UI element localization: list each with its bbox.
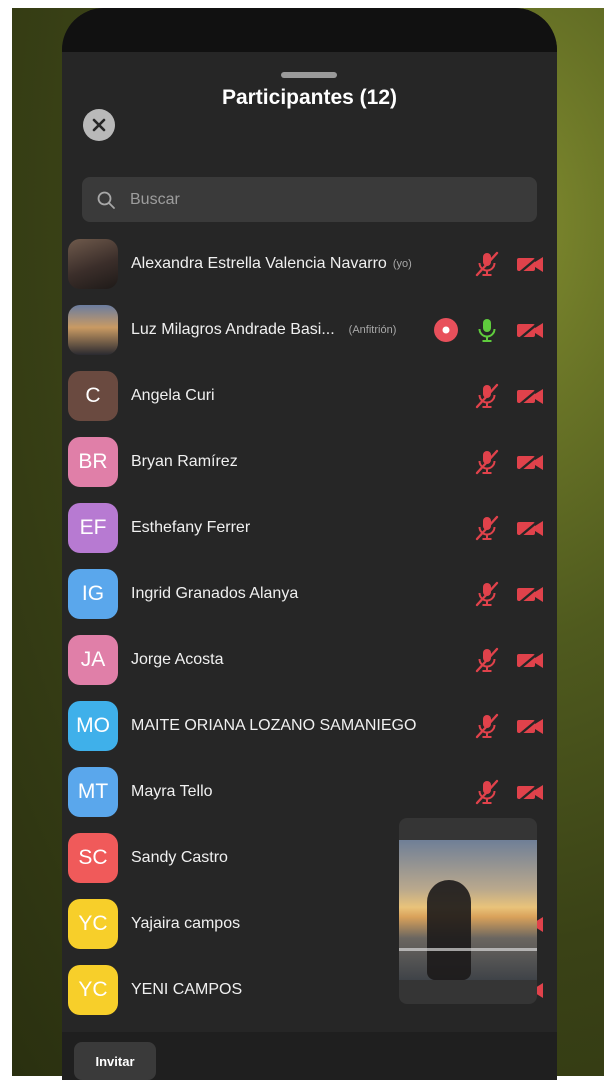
participant-name: YENI CAMPOS	[131, 981, 243, 998]
microphone-muted-icon[interactable]	[472, 513, 502, 543]
search-input[interactable]	[130, 190, 510, 209]
participant-name-wrap: Esthefany Ferrer	[131, 495, 250, 561]
avatar: JA	[68, 635, 118, 685]
camera-off-icon[interactable]	[515, 381, 545, 411]
search-icon	[97, 191, 115, 209]
avatar: BR	[68, 437, 118, 487]
participant-status-icons	[427, 231, 557, 297]
panel-title: Participantes (12)	[221, 86, 398, 109]
participant-row[interactable]: Luz Milagros Andrade Basi... (Anfitrión)	[62, 297, 557, 363]
participant-tag: (Anfitrión)	[348, 324, 397, 336]
video-railing	[399, 948, 537, 951]
bottom-bar: Invitar	[62, 1032, 557, 1080]
participant-name: MAITE ORIANA LOZANO SAMANIEGO	[131, 717, 417, 734]
participant-name: Ingrid Granados Alanya	[131, 585, 299, 602]
avatar	[68, 305, 118, 355]
participants-panel: Participantes (12) Alexandra Estrella Va…	[62, 8, 557, 1080]
avatar: IG	[68, 569, 118, 619]
avatar	[68, 239, 118, 289]
avatar: YC	[68, 965, 118, 1015]
participant-name: Luz Milagros Andrade Basi...	[131, 321, 335, 338]
participant-name-wrap: Yajaira campos	[131, 891, 240, 957]
microphone-muted-icon[interactable]	[472, 249, 502, 279]
microphone-muted-icon[interactable]	[472, 777, 502, 807]
participant-name-wrap: Luz Milagros Andrade Basi... (Anfitrión)	[131, 297, 396, 363]
participant-row[interactable]: BR Bryan Ramírez	[62, 429, 557, 495]
participant-name-wrap: Angela Curi	[131, 363, 215, 429]
participant-row[interactable]: MT Mayra Tello	[62, 759, 557, 825]
participant-name-wrap: Sandy Castro	[131, 825, 228, 891]
participant-row[interactable]: EF Esthefany Ferrer	[62, 495, 557, 561]
participant-status-icons	[427, 627, 557, 693]
avatar: MO	[68, 701, 118, 751]
participant-status-icons	[427, 363, 557, 429]
microphone-on-icon[interactable]	[472, 315, 502, 345]
close-button[interactable]	[83, 109, 115, 141]
video-person-silhouette	[427, 880, 471, 980]
participant-row[interactable]: C Angela Curi	[62, 363, 557, 429]
avatar: YC	[68, 899, 118, 949]
participant-status-icons	[427, 561, 557, 627]
status-bar	[62, 8, 557, 52]
drag-handle[interactable]	[281, 72, 337, 78]
invite-button[interactable]: Invitar	[74, 1042, 156, 1080]
close-icon	[92, 118, 106, 132]
microphone-muted-icon[interactable]	[472, 447, 502, 477]
participant-status-icons	[427, 759, 557, 825]
participant-name: Mayra Tello	[131, 783, 213, 800]
avatar: SC	[68, 833, 118, 883]
participant-name-wrap: Jorge Acosta	[131, 627, 224, 693]
participant-row[interactable]: IG Ingrid Granados Alanya	[62, 561, 557, 627]
participant-name: Bryan Ramírez	[131, 453, 238, 470]
participant-name: Angela Curi	[131, 387, 215, 404]
microphone-muted-icon[interactable]	[472, 579, 502, 609]
video-thumbnail	[399, 840, 537, 980]
record-icon	[433, 317, 459, 343]
camera-off-icon[interactable]	[515, 777, 545, 807]
participant-name: Esthefany Ferrer	[131, 519, 251, 536]
avatar: C	[68, 371, 118, 421]
participant-name-wrap: Ingrid Granados Alanya	[131, 561, 298, 627]
participant-row[interactable]: Alexandra Estrella Valencia Navarro (yo)	[62, 231, 557, 297]
camera-off-icon[interactable]	[515, 315, 545, 345]
camera-off-icon[interactable]	[515, 249, 545, 279]
participant-name: Jorge Acosta	[131, 651, 224, 668]
search-bar[interactable]	[82, 177, 537, 222]
avatar: MT	[68, 767, 118, 817]
participant-row[interactable]: MO MAITE ORIANA LOZANO SAMANIEGO	[62, 693, 557, 759]
participant-tag: (yo)	[392, 258, 412, 270]
participant-name-wrap: MAITE ORIANA LOZANO SAMANIEGO	[131, 693, 416, 759]
microphone-muted-icon[interactable]	[472, 645, 502, 675]
avatar: EF	[68, 503, 118, 553]
participant-name-wrap: Alexandra Estrella Valencia Navarro (yo)	[131, 231, 412, 297]
participant-name: Yajaira campos	[131, 915, 241, 932]
participant-row[interactable]: JA Jorge Acosta	[62, 627, 557, 693]
microphone-muted-icon[interactable]	[472, 711, 502, 741]
camera-off-icon[interactable]	[515, 711, 545, 741]
participant-status-icons	[427, 297, 557, 363]
participant-name: Sandy Castro	[131, 849, 228, 866]
participant-name: Alexandra Estrella Valencia Navarro	[131, 255, 387, 272]
camera-off-icon[interactable]	[515, 447, 545, 477]
participant-name-wrap: Mayra Tello	[131, 759, 213, 825]
participant-status-icons	[427, 495, 557, 561]
participant-status-icons	[427, 693, 557, 759]
microphone-muted-icon[interactable]	[472, 381, 502, 411]
camera-off-icon[interactable]	[515, 579, 545, 609]
participant-name-wrap: YENI CAMPOS	[131, 957, 242, 1023]
participant-status-icons	[427, 429, 557, 495]
participant-name-wrap: Bryan Ramírez	[131, 429, 238, 495]
camera-off-icon[interactable]	[515, 645, 545, 675]
camera-off-icon[interactable]	[515, 513, 545, 543]
floating-video-preview[interactable]	[399, 818, 537, 1004]
